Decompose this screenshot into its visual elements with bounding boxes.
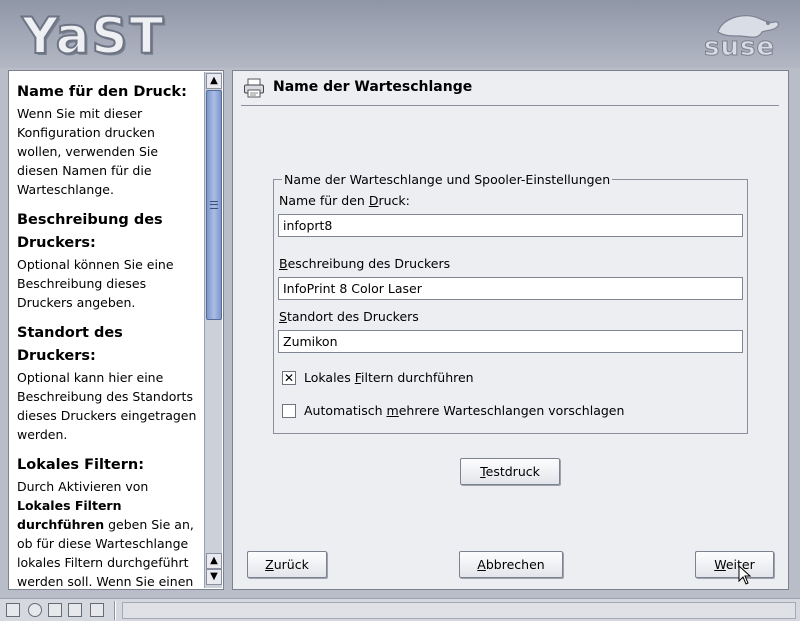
shortcut-key: S [279,309,287,324]
grip-icon [210,201,218,209]
spooler-settings-group: Name der Warteschlange und Spooler-Einst… [273,172,748,434]
help-paragraph-location: Optional kann hier eine Beschreibung des… [17,370,197,442]
auto-queues-checkbox[interactable] [282,404,296,418]
test-print-button[interactable]: Testdruck [460,458,560,485]
local-filter-label[interactable]: Lokales Filtern durchführen [304,370,474,385]
description-input[interactable] [278,277,743,300]
button-text: urück [273,557,309,572]
label-text: iltern durchführen [361,370,474,385]
mouse-cursor-icon [738,565,752,585]
shortcut-key: Z [265,557,274,572]
next-button[interactable]: Weiter [695,551,774,578]
label-text: ruck: [378,193,410,208]
help-icon[interactable] [28,603,42,617]
help-paragraph-description: Optional können Sie eine Beschreibung di… [17,257,174,310]
folder-icon[interactable] [68,603,82,617]
help-heading-name: Name für den Druck: [17,84,187,100]
cancel-button[interactable]: Abbrechen [459,551,563,578]
shortcut-key: W [714,557,726,572]
disk-icon[interactable] [48,603,62,617]
yast-logo: YaST [21,7,166,65]
scroll-up-icon[interactable]: ▲ [206,553,222,569]
shortcut-key: A [477,557,486,572]
auto-queues-label[interactable]: Automatisch mehrere Warteschlangen vorsc… [304,403,624,418]
help-text: Name für den Druck: Wenn Sie mit dieser … [17,77,203,589]
location-label: Standort des Druckers [279,309,419,324]
local-filter-checkbox[interactable]: ✕ [282,371,296,385]
help-heading-location: Standort des Druckers: [17,325,123,364]
printer-icon [244,78,264,98]
back-button[interactable]: Zurück [247,551,327,578]
help-panel[interactable]: Name für den Druck: Wenn Sie mit dieser … [8,70,224,590]
suse-wordmark: suse [703,32,776,63]
help-scrollbar[interactable]: ▲ ▲ ▼ [204,72,222,588]
shortcut-key: m [386,403,399,418]
help-paragraph-local-filter: Durch Aktivieren von Lokales Filtern dur… [17,477,203,589]
scroll-down-icon[interactable]: ▼ [206,569,222,585]
name-input[interactable] [278,214,743,237]
button-text: estdruck [485,464,540,479]
suse-logo: suse [700,10,782,64]
location-input[interactable] [278,330,743,353]
description-label: Beschreibung des Druckers [279,256,450,271]
taskbar-window-list[interactable] [122,602,796,619]
shortcut-key: B [279,256,288,271]
label-text: tandort des Druckers [286,309,419,324]
group-title: Name der Warteschlange und Spooler-Einst… [282,172,613,187]
page-title: Name der Warteschlange [273,79,473,95]
help-paragraph-name: Wenn Sie mit dieser Konfiguration drucke… [17,106,159,197]
help-heading-local-filter: Lokales Filtern: [17,457,144,473]
label-text: Automatisch [304,403,387,418]
name-label: Name für den Druck: [279,193,410,208]
main-panel: Name der Warteschlange Name der Wartesch… [232,70,789,590]
label-text: eschreibung des Druckers [287,256,451,271]
help-text-part: Durch Aktivieren von [17,479,149,494]
shortcut-key: D [368,193,379,208]
tools-icon[interactable] [90,603,104,617]
label-text: ehrere Warteschlangen vorschlagen [398,403,625,418]
label-text: Name für den [279,193,369,208]
menu-icon[interactable] [6,603,20,617]
help-heading-description: Beschreibung des Druckers: [17,212,163,251]
title-divider [241,105,779,106]
taskbar-separator [114,601,116,620]
yast-header: YaST suse [0,0,800,68]
label-text: Lokales [304,370,355,385]
button-text: bbrechen [485,557,545,572]
scroll-up-icon[interactable]: ▲ [206,73,222,89]
scrollbar-thumb[interactable] [206,90,222,320]
taskbar [0,598,800,621]
